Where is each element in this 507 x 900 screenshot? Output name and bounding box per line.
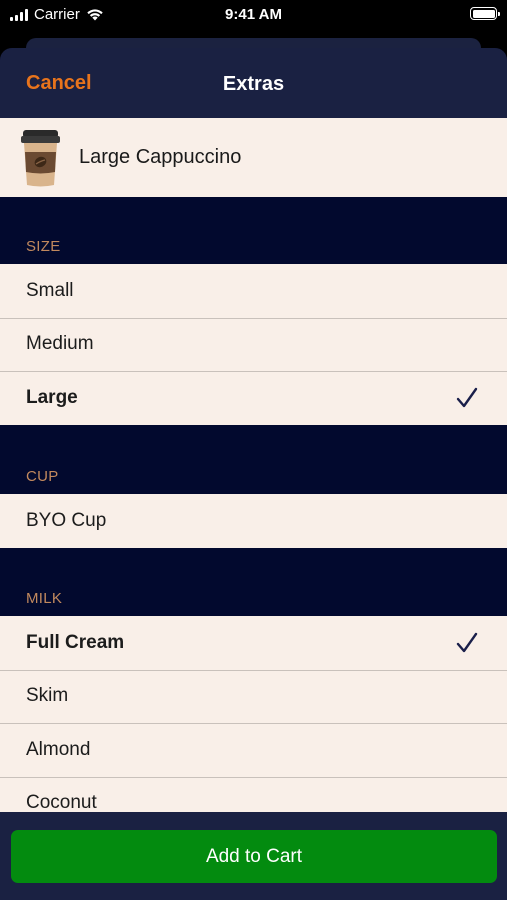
- footer-bar: Add to Cart: [0, 812, 507, 900]
- cup-options: BYO Cup: [0, 494, 507, 548]
- checkmark-icon: [456, 387, 478, 408]
- option-row-large[interactable]: Large: [0, 371, 507, 425]
- extras-sheet: Cancel Extras Large Cappuccino SIZE Smal…: [0, 48, 507, 900]
- option-row-almond[interactable]: Almond: [0, 723, 507, 777]
- option-label: Small: [26, 279, 74, 301]
- size-options: Small Medium Large: [0, 264, 507, 425]
- option-row-byo-cup[interactable]: BYO Cup: [0, 494, 507, 548]
- section-header-milk: MILK: [26, 590, 63, 607]
- option-label: Full Cream: [26, 631, 125, 653]
- product-summary: Large Cappuccino: [0, 118, 507, 197]
- option-label: Large: [26, 386, 78, 408]
- option-label: Medium: [26, 333, 94, 355]
- cancel-button[interactable]: Cancel: [26, 72, 92, 95]
- status-bar: Carrier 9:41 AM: [0, 0, 507, 30]
- option-row-full-cream[interactable]: Full Cream: [0, 616, 507, 670]
- battery-icon: [470, 7, 500, 20]
- milk-options: Full Cream Skim Almond Coconut: [0, 616, 507, 830]
- add-to-cart-button[interactable]: Add to Cart: [11, 830, 497, 883]
- option-label: Almond: [26, 738, 91, 760]
- section-header-cup: CUP: [26, 468, 59, 485]
- option-row-skim[interactable]: Skim: [0, 669, 507, 724]
- option-label: Coconut: [26, 792, 97, 814]
- option-row-small[interactable]: Small: [0, 264, 507, 318]
- section-header-size: SIZE: [26, 238, 61, 255]
- option-row-medium[interactable]: Medium: [0, 317, 507, 372]
- option-label: BYO Cup: [26, 509, 107, 531]
- navigation-bar: Cancel Extras: [0, 48, 507, 118]
- option-label: Skim: [26, 685, 69, 707]
- status-time: 9:41 AM: [225, 6, 282, 23]
- checkmark-icon: [456, 632, 478, 653]
- product-name: Large Cappuccino: [79, 146, 242, 168]
- coffee-cup-icon: [21, 129, 60, 186]
